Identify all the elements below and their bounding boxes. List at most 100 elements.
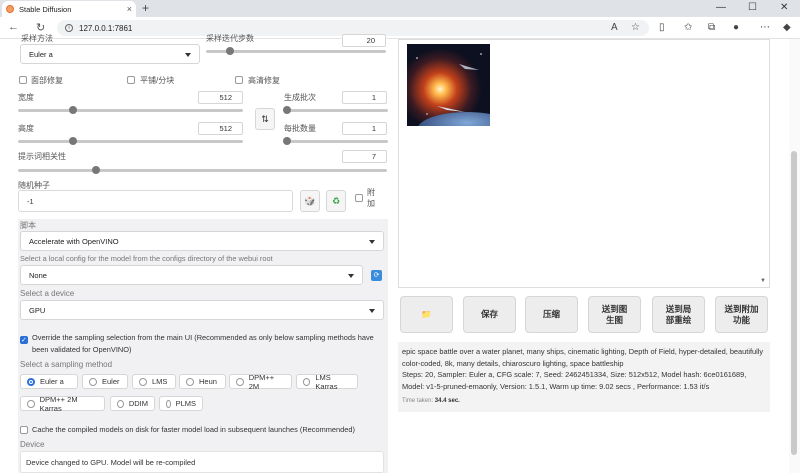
cfg-slider-thumb[interactable] xyxy=(92,166,100,174)
refresh-icon[interactable]: ⟳ xyxy=(371,270,382,281)
device-message-box: Device changed to GPU. Model will be re-… xyxy=(20,451,384,473)
back-icon[interactable]: ← xyxy=(8,21,19,33)
cfg-input[interactable]: 7 xyxy=(342,150,387,163)
browser-tab[interactable]: Stable Diffusion × xyxy=(2,1,136,17)
sampling-method-label: DDIM xyxy=(128,399,148,408)
batch-size-slider-thumb[interactable] xyxy=(283,137,291,145)
folder-icon: 📁 xyxy=(421,309,432,319)
sampling-method-option[interactable]: DPM++ 2M xyxy=(229,372,292,391)
width-label: 宽度 xyxy=(18,93,34,102)
sampling-method-label: Heun xyxy=(199,377,217,386)
send-to-inpaint-button[interactable]: 送到局部重绘 xyxy=(652,296,705,333)
more-icon[interactable]: ⋯ xyxy=(760,22,770,33)
page: Euler a 采样方法 采样迭代步数 20 面部修复 平铺/分块 高清修复 宽… xyxy=(0,34,800,473)
height-slider-thumb[interactable] xyxy=(69,137,77,145)
seed-extra-checkbox[interactable] xyxy=(355,194,363,202)
copilot-icon[interactable]: ◆ xyxy=(783,22,791,33)
chevron-down-icon xyxy=(369,309,375,313)
sampling-method-option[interactable]: DPM++ 2M Karras xyxy=(20,395,105,413)
hires-checkbox[interactable] xyxy=(235,76,243,84)
sampling-method-option[interactable]: Heun xyxy=(179,374,226,389)
read-aloud-icon[interactable]: A xyxy=(611,22,618,33)
generated-image[interactable] xyxy=(407,44,490,126)
maximize-button[interactable]: ☐ xyxy=(748,2,757,13)
sampler-label: 采样方法 xyxy=(21,34,53,43)
batch-count-input[interactable]: 1 xyxy=(342,91,387,104)
send-to-extras-button[interactable]: 送到附加功能 xyxy=(715,296,768,333)
output-panel: ▼ 📁 保存 压缩 送到图生图 送到局部重绘 送到附加功能 epic space… xyxy=(398,39,770,473)
cfg-slider[interactable] xyxy=(18,169,387,172)
time-value: 34.4 sec. xyxy=(434,397,460,404)
height-input[interactable]: 512 xyxy=(198,122,243,135)
minimize-button[interactable]: — xyxy=(716,2,726,13)
config-select[interactable]: None xyxy=(20,265,363,285)
sampling-method-option[interactable]: Euler a xyxy=(20,374,78,389)
sampling-method-label: DPM++ 2M xyxy=(248,372,275,391)
cache-models-checkbox[interactable] xyxy=(20,426,28,434)
sampling-method-label: PLMS xyxy=(175,399,196,408)
batch-size-input[interactable]: 1 xyxy=(342,122,387,135)
sampling-method-option[interactable]: LMS Karras xyxy=(296,372,358,391)
face-restore-checkbox[interactable] xyxy=(19,76,27,84)
gallery-scroll-down-icon[interactable]: ▼ xyxy=(760,278,766,284)
device-section-label: Device xyxy=(20,440,45,449)
batch-count-label: 生成批次 xyxy=(284,93,316,102)
steps-slider-thumb[interactable] xyxy=(226,47,234,55)
radio-icon xyxy=(186,377,194,386)
reuse-seed-icon[interactable]: ♻ xyxy=(326,190,346,212)
height-slider[interactable] xyxy=(18,140,243,143)
batch-size-label: 每批数量 xyxy=(284,124,316,133)
script-select[interactable]: Accelerate with OpenVINO xyxy=(20,231,384,251)
sampling-method-option[interactable]: LMS xyxy=(132,374,176,389)
generation-info: epic space battle over a water planet, m… xyxy=(398,342,770,412)
split-screen-icon[interactable]: ▯ xyxy=(659,22,665,33)
sampling-method-label: Euler a xyxy=(40,377,64,386)
new-tab-button[interactable]: + xyxy=(142,1,149,15)
favorites-icon[interactable]: ✩ xyxy=(684,22,692,33)
random-seed-button[interactable]: 🎲 xyxy=(300,190,320,212)
save-button[interactable]: 保存 xyxy=(463,296,516,333)
sampler-value: Euler a xyxy=(29,49,53,59)
profile-avatar[interactable]: ● xyxy=(733,22,739,33)
page-scrollbar[interactable] xyxy=(789,39,800,473)
time-taken: Time taken: 34.4 sec. xyxy=(402,396,766,408)
tab-close-icon[interactable]: × xyxy=(127,4,132,14)
sampler-select[interactable]: Euler a xyxy=(20,44,200,64)
sampling-method-option[interactable]: DDIM xyxy=(110,396,155,411)
seed-input[interactable]: -1 xyxy=(18,190,293,212)
batch-count-slider[interactable] xyxy=(284,109,388,112)
batch-count-slider-thumb[interactable] xyxy=(283,106,291,114)
radio-icon xyxy=(117,399,124,408)
device-value: GPU xyxy=(29,305,46,315)
chevron-down-icon xyxy=(185,53,191,57)
scrollbar-thumb[interactable] xyxy=(791,151,797,455)
tiling-checkbox[interactable] xyxy=(127,76,135,84)
sampling-method-option[interactable]: Euler xyxy=(82,374,128,389)
radio-icon xyxy=(27,399,35,408)
steps-label: 采样迭代步数 xyxy=(206,34,254,43)
window-close-button[interactable]: ✕ xyxy=(780,2,788,13)
zip-button[interactable]: 压缩 xyxy=(525,296,578,333)
device-select[interactable]: GPU xyxy=(20,300,384,320)
steps-input[interactable]: 20 xyxy=(342,34,386,47)
width-slider-thumb[interactable] xyxy=(69,106,77,114)
cfg-label: 提示词相关性 xyxy=(18,152,66,161)
override-sampling-checkbox[interactable] xyxy=(20,336,28,344)
width-slider[interactable] xyxy=(18,109,243,112)
override-sampling-label: Override the sampling selection from the… xyxy=(32,333,374,354)
batch-size-slider[interactable] xyxy=(284,140,388,143)
collections-icon[interactable]: ⧉ xyxy=(708,22,715,33)
sampling-method-label: LMS Karras xyxy=(315,372,338,391)
radio-icon xyxy=(139,377,147,386)
sampling-method-label: Select a sampling method xyxy=(20,360,113,369)
swap-dimensions-button[interactable]: ⇅ xyxy=(255,108,275,130)
send-to-img2img-button[interactable]: 送到图生图 xyxy=(588,296,641,333)
site-info-icon[interactable]: i xyxy=(65,24,73,32)
open-folder-button[interactable]: 📁 xyxy=(400,296,453,333)
generation-settings: Euler a 采样方法 采样迭代步数 20 面部修复 平铺/分块 高清修复 宽… xyxy=(12,34,390,473)
sampling-method-option[interactable]: PLMS xyxy=(159,396,203,411)
width-input[interactable]: 512 xyxy=(198,91,243,104)
radio-icon xyxy=(303,377,311,386)
favorite-star-icon[interactable]: ☆ xyxy=(631,22,640,33)
height-label: 高度 xyxy=(18,124,34,133)
